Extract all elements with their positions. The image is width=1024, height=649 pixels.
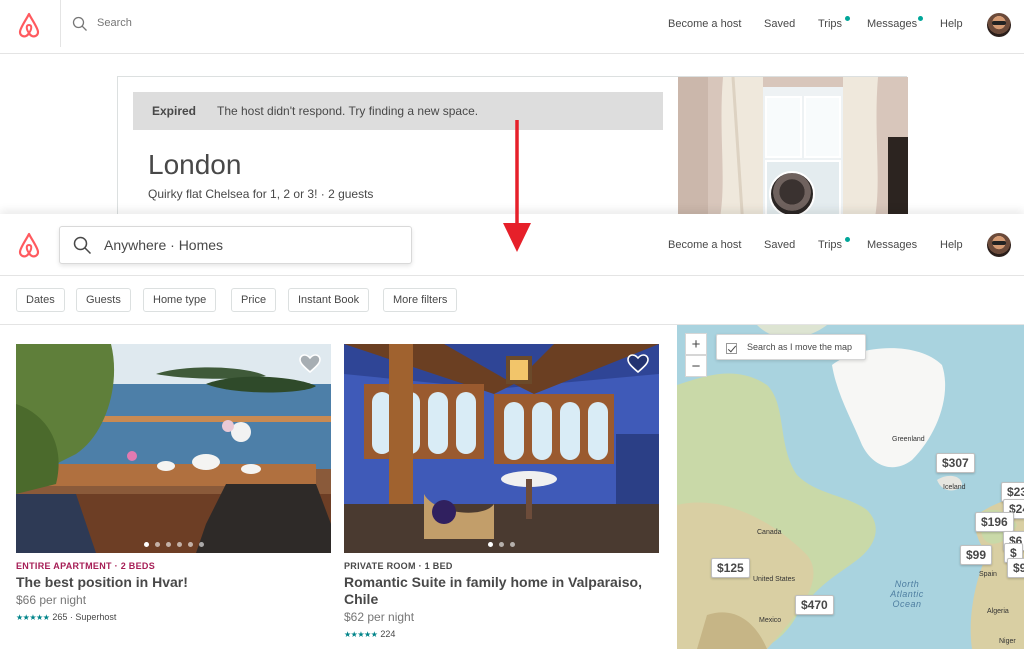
nav-trips[interactable]: Trips bbox=[818, 18, 842, 30]
map-price-pin[interactable]: $99 bbox=[960, 545, 993, 565]
zoom-in-button[interactable]: + bbox=[685, 333, 707, 355]
star-rating-icon: ★★★★★ bbox=[16, 613, 50, 622]
nav-saved[interactable]: Saved bbox=[764, 239, 795, 251]
listing-photo[interactable] bbox=[344, 344, 659, 553]
search-input[interactable]: Anywhere · Homes bbox=[59, 226, 412, 264]
superhost-badge: · Superhost bbox=[69, 612, 117, 622]
nav-messages[interactable]: Messages bbox=[867, 18, 917, 30]
photo-carousel-dots[interactable] bbox=[344, 542, 659, 547]
map-price-pin[interactable]: $9 bbox=[1007, 558, 1024, 578]
trip-details: Quirky flat Chelsea for 1, 2 or 3! · 2 g… bbox=[148, 187, 374, 201]
search-icon bbox=[73, 236, 92, 255]
header-divider bbox=[60, 0, 61, 47]
notification-dot bbox=[845, 237, 850, 242]
filter-home-type-button[interactable]: Home type bbox=[143, 288, 217, 312]
notification-dot bbox=[918, 16, 923, 21]
review-count: 265 bbox=[52, 612, 68, 622]
review-count: 224 bbox=[380, 629, 396, 639]
map-price-pin[interactable]: $196 bbox=[975, 512, 1014, 532]
search-icon bbox=[72, 16, 87, 31]
trip-status-message: The host didn't respond. Try finding a n… bbox=[217, 104, 479, 118]
listing-type: ENTIRE APARTMENT · 2 BEDS bbox=[16, 561, 156, 571]
nav-trips[interactable]: Trips bbox=[818, 239, 842, 251]
search-as-move-label: Search as I move the map bbox=[747, 342, 853, 352]
listing-price: $62 per night bbox=[344, 610, 415, 624]
top-header: Search Become a host Saved Trips Message… bbox=[0, 0, 1024, 54]
trip-status: Expired bbox=[152, 104, 197, 118]
user-avatar[interactable] bbox=[987, 233, 1011, 257]
filter-price-button[interactable]: Price bbox=[231, 288, 277, 312]
save-heart-icon[interactable] bbox=[299, 354, 321, 374]
search-input[interactable]: Search bbox=[97, 17, 132, 29]
listing-card[interactable]: ENTIRE APARTMENT · 2 BEDS The best posit… bbox=[16, 344, 331, 622]
save-heart-icon[interactable] bbox=[627, 354, 649, 374]
search-as-move-checkbox[interactable]: Search as I move the map bbox=[716, 334, 866, 360]
map-label: Spain bbox=[979, 571, 997, 578]
map-land-image bbox=[677, 325, 1024, 649]
user-avatar[interactable] bbox=[987, 13, 1011, 37]
listing-rating: ★★★★★ 265 · Superhost bbox=[16, 612, 331, 622]
map-label: Canada bbox=[757, 529, 782, 536]
listing-photo[interactable] bbox=[16, 344, 331, 553]
map-label: Mexico bbox=[759, 617, 782, 624]
nav-become-host[interactable]: Become a host bbox=[668, 239, 741, 251]
map-price-pin[interactable]: $307 bbox=[936, 453, 975, 473]
host-avatar bbox=[769, 171, 815, 214]
expired-banner: Expired The host didn't respond. Try fin… bbox=[133, 92, 663, 130]
filter-instant-book-button[interactable]: Instant Book bbox=[288, 288, 370, 312]
map-label: Algeria bbox=[987, 608, 1009, 615]
star-rating-icon: ★★★★★ bbox=[344, 630, 378, 639]
photo-carousel-dots[interactable] bbox=[16, 542, 331, 547]
search-value: Anywhere · Homes bbox=[104, 237, 224, 253]
listing-card[interactable]: PRIVATE ROOM · 1 BED Romantic Suite in f… bbox=[344, 344, 659, 639]
transition-arrow-icon bbox=[503, 120, 531, 252]
filter-guests-button[interactable]: Guests bbox=[76, 288, 131, 312]
listing-title[interactable]: Romantic Suite in family home in Valpara… bbox=[344, 574, 659, 608]
map-label: Iceland bbox=[943, 484, 966, 491]
nav-messages[interactable]: Messages bbox=[867, 239, 917, 251]
filter-more-button[interactable]: More filters bbox=[383, 288, 458, 312]
map-label: Niger bbox=[999, 638, 1016, 645]
checkbox-checked-icon[interactable] bbox=[726, 343, 737, 354]
nav-help[interactable]: Help bbox=[940, 239, 963, 251]
nav-help[interactable]: Help bbox=[940, 18, 963, 30]
nav-saved[interactable]: Saved bbox=[764, 18, 795, 30]
listing-title[interactable]: The best position in Hvar! bbox=[16, 574, 331, 591]
zoom-out-button[interactable]: − bbox=[685, 355, 707, 377]
listing-price: $66 per night bbox=[16, 593, 87, 607]
results-map[interactable]: + − Search as I move the map Greenland I… bbox=[677, 325, 1024, 649]
notification-dot bbox=[845, 16, 850, 21]
nav-become-host[interactable]: Become a host bbox=[668, 18, 741, 30]
map-ocean-label: North Atlantic Ocean bbox=[890, 579, 924, 609]
trip-listing-photo bbox=[678, 77, 908, 214]
listing-type: PRIVATE ROOM · 1 BED bbox=[344, 561, 453, 571]
filter-bar: Dates Guests Home type Price Instant Boo… bbox=[0, 276, 1024, 325]
map-label: United States bbox=[753, 576, 796, 583]
listing-rating: ★★★★★ 224 bbox=[344, 629, 659, 639]
terrace-sea-view-image bbox=[16, 344, 331, 553]
airbnb-logo-icon[interactable] bbox=[16, 231, 42, 259]
map-price-pin[interactable]: $125 bbox=[711, 558, 750, 578]
homes-search-screen: Anywhere · Homes Become a host Saved Tri… bbox=[0, 214, 1024, 649]
blue-room-image bbox=[344, 344, 659, 553]
map-label: Greenland bbox=[892, 436, 925, 443]
airbnb-logo-icon[interactable] bbox=[16, 11, 42, 39]
trip-city: London bbox=[148, 149, 242, 180]
map-price-pin[interactable]: $470 bbox=[795, 595, 834, 615]
filter-dates-button[interactable]: Dates bbox=[16, 288, 65, 312]
